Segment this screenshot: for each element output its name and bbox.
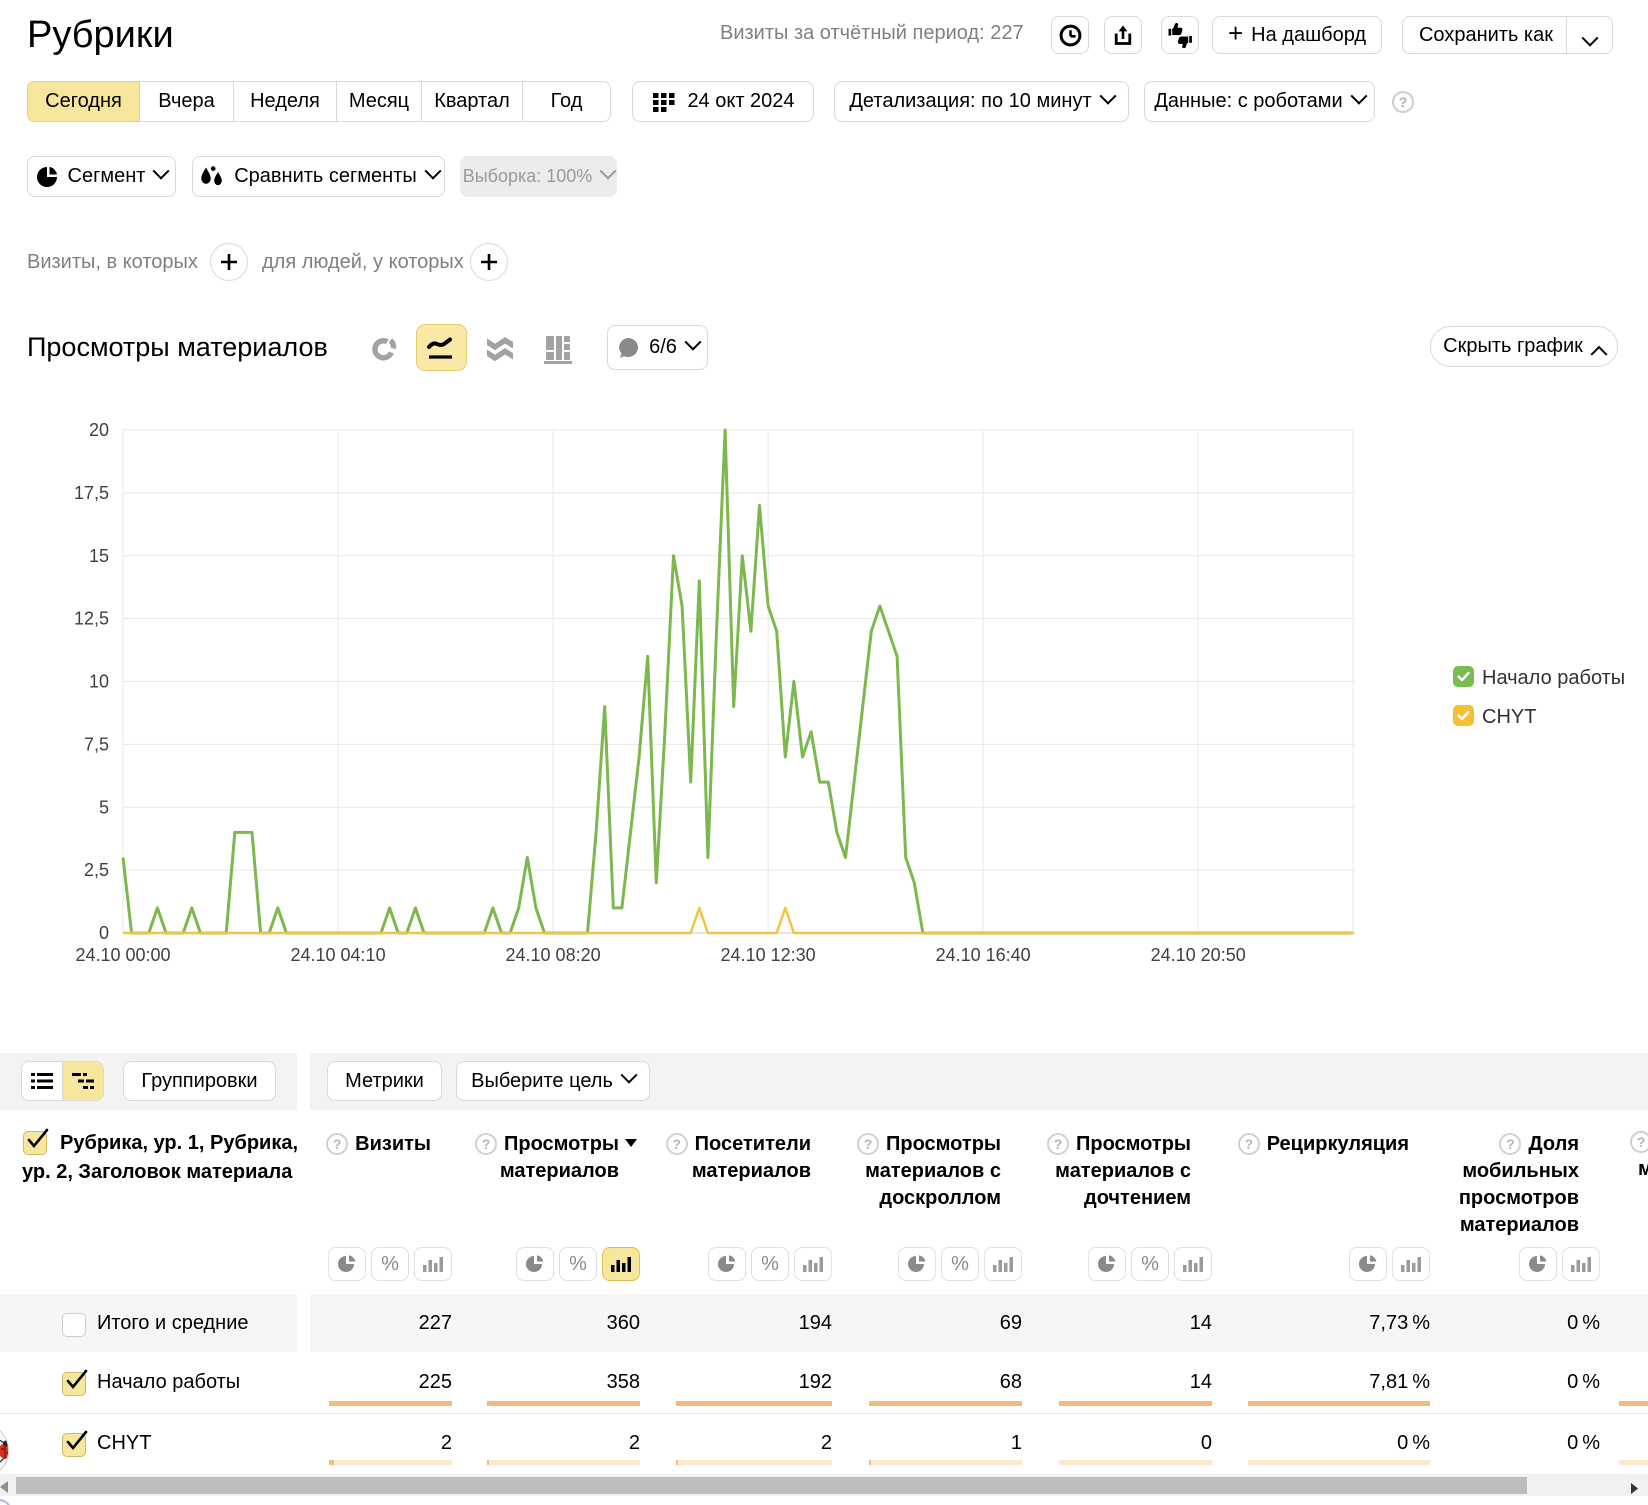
svg-text:24.10 20:50: 24.10 20:50 bbox=[1151, 945, 1246, 965]
svg-text:5: 5 bbox=[99, 797, 109, 817]
svg-text:20: 20 bbox=[89, 420, 109, 440]
svg-text:17,5: 17,5 bbox=[74, 483, 109, 503]
svg-text:24.10 00:00: 24.10 00:00 bbox=[75, 945, 170, 965]
svg-text:10: 10 bbox=[89, 672, 109, 692]
svg-text:0: 0 bbox=[99, 923, 109, 943]
svg-text:7,5: 7,5 bbox=[84, 734, 109, 754]
svg-text:24.10 04:10: 24.10 04:10 bbox=[290, 945, 385, 965]
svg-text:12,5: 12,5 bbox=[74, 609, 109, 629]
svg-text:24.10 08:20: 24.10 08:20 bbox=[506, 945, 601, 965]
svg-text:2,5: 2,5 bbox=[84, 860, 109, 880]
svg-text:15: 15 bbox=[89, 546, 109, 566]
svg-text:24.10 16:40: 24.10 16:40 bbox=[936, 945, 1031, 965]
svg-text:24.10 12:30: 24.10 12:30 bbox=[721, 945, 816, 965]
